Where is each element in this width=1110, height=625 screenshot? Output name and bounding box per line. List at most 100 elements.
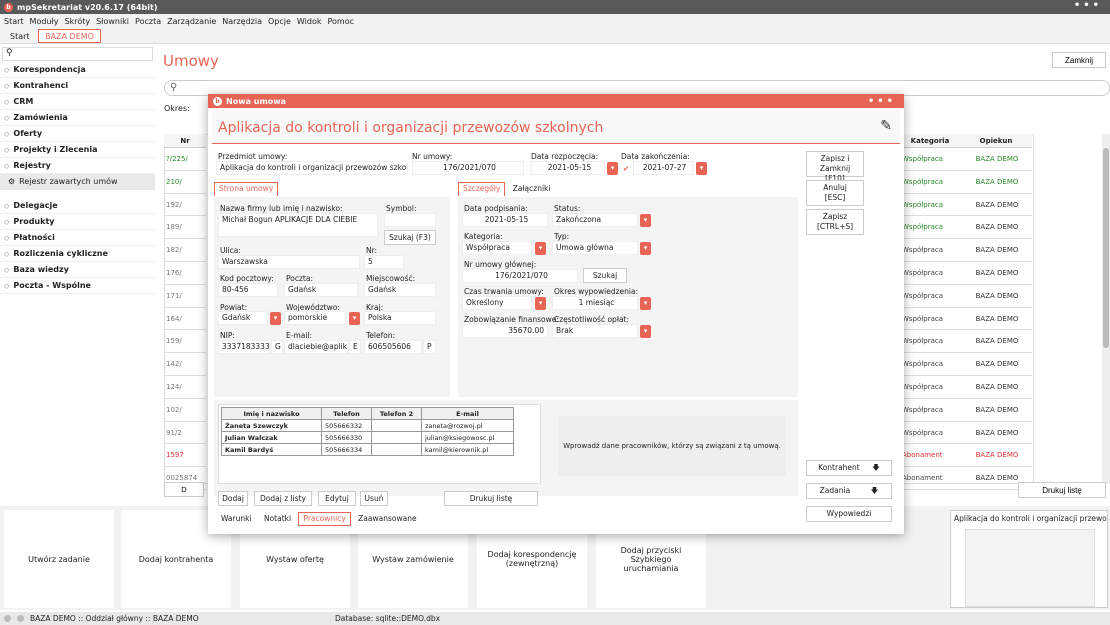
close-button[interactable]: Zamknij — [1052, 52, 1106, 68]
search-f3-button[interactable]: Szukaj (F3) — [384, 230, 436, 245]
add-from-list-button[interactable]: Dodaj z listy — [254, 491, 312, 506]
chevron-down-icon[interactable]: ▾ — [640, 325, 651, 338]
chevron-down-icon[interactable]: ▾ — [535, 297, 546, 310]
wojewodztwo-select[interactable]: pomorskie — [284, 311, 346, 325]
sidebar-item-rozliczenia[interactable]: ◇ Rozliczenia cykliczne — [0, 246, 155, 262]
contractor-button[interactable]: Kontrahent 🡇 — [806, 460, 892, 476]
scrollbar-thumb[interactable] — [1103, 148, 1109, 348]
table-cell[interactable]: BAZA DEMO — [960, 262, 1032, 285]
sidebar-item-platnosci[interactable]: ◇ Płatności — [0, 230, 155, 246]
cancel-button[interactable]: Anuluj [ESC] — [806, 180, 864, 206]
kategoria-select[interactable]: Współpraca — [462, 241, 532, 255]
sidebar-item-rejestry[interactable]: ◇ Rejestry — [0, 158, 155, 174]
menu-slowniki[interactable]: Słowniki — [96, 17, 129, 26]
sidebar-item-zamowienia[interactable]: ◇ Zamówienia — [0, 110, 155, 126]
menu-narzedzia[interactable]: Narzędzia — [222, 17, 262, 26]
emp-header-email[interactable]: E-mail — [421, 407, 514, 420]
dialog-menu-icon[interactable]: ••• — [868, 96, 896, 107]
table-cell[interactable]: BAZA DEMO — [960, 285, 1032, 308]
telefon-call-button[interactable]: P — [423, 340, 436, 354]
data-rozpoczecia-input[interactable]: 2021-05-15 — [531, 161, 605, 175]
chevron-down-icon[interactable]: ▾ — [270, 312, 281, 325]
edit-button[interactable]: Edytuj — [318, 491, 356, 506]
sidebar-item-poczta-wspolne[interactable]: ◇ Poczta - Wspólne — [0, 278, 155, 294]
table-cell[interactable]: BAZA DEMO — [960, 422, 1032, 445]
table-cell[interactable]: ?/225/ — [164, 148, 206, 171]
save-button[interactable]: Zapisz [CTRL+S] — [806, 209, 864, 235]
table-cell[interactable]: 124/ — [164, 376, 206, 399]
ulica-input[interactable]: Warszawska — [218, 255, 360, 269]
table-cell[interactable]: Współpraca — [900, 422, 960, 445]
sidebar-item-oferty[interactable]: ◇ Oferty — [0, 126, 155, 142]
table-cell[interactable]: Abonament — [900, 444, 960, 468]
table-cell[interactable]: Współpraca — [900, 262, 960, 285]
table-cell[interactable]: 171/ — [164, 285, 206, 308]
tab-strona-umowy[interactable]: Strona umowy — [214, 182, 279, 196]
nr-umowy-input[interactable]: 176/2021/070 — [412, 161, 524, 175]
menu-opcje[interactable]: Opcje — [268, 17, 291, 26]
kategoria-header[interactable]: Kategoria — [900, 134, 960, 148]
table-cell[interactable]: BAZA DEMO — [960, 148, 1032, 171]
chevron-down-icon[interactable]: ▾ — [640, 297, 651, 310]
table-cell[interactable]: BAZA DEMO — [960, 376, 1032, 399]
window-preview[interactable]: Aplikacja do kontroli i organizacji prze… — [950, 510, 1108, 608]
menu-start[interactable]: Start — [4, 17, 24, 26]
table-cell[interactable]: BAZA DEMO — [960, 194, 1032, 217]
table-cell[interactable]: BAZA DEMO — [960, 399, 1032, 422]
nr-header[interactable]: Nr — [164, 134, 206, 148]
table-scrollbar[interactable] — [1102, 134, 1110, 484]
emp-header-phone[interactable]: Telefon — [321, 407, 372, 420]
table-cell[interactable]: 91/2 — [164, 422, 206, 445]
tab-zaawansowane[interactable]: Zaawansowane — [353, 512, 421, 526]
table-cell[interactable]: BAZA DEMO — [960, 330, 1032, 354]
firma-input[interactable]: Michał Bogun APLIKACJE DLA CIEBIE — [218, 213, 378, 237]
table-cell[interactable]: Współpraca — [900, 330, 960, 354]
table-row[interactable]: Julian Walczak 505666330 julian@ksiegowo… — [221, 431, 514, 444]
table-cell[interactable]: BAZA DEMO — [960, 353, 1032, 376]
tab-start[interactable]: Start — [4, 30, 36, 44]
checkbox-icon[interactable]: ✔ — [623, 164, 629, 173]
table-row[interactable]: Kamil Bardyś 505666334 kamil@kierownik.p… — [221, 443, 514, 456]
typ-select[interactable]: Umowa główna — [552, 241, 638, 255]
symbol-input[interactable] — [384, 213, 436, 227]
przedmiot-input[interactable]: Aplikacja do kontroli i organizacji prze… — [216, 161, 408, 175]
sidebar-item-baza-wiedzy[interactable]: ◇ Baza wiedzy — [0, 262, 155, 278]
table-cell[interactable]: 192/ — [164, 194, 206, 217]
table-cell[interactable]: Współpraca — [900, 285, 960, 308]
menu-poczta[interactable]: Poczta — [135, 17, 161, 26]
table-cell[interactable]: Współpraca — [900, 308, 960, 331]
chevron-down-icon[interactable]: ▾ — [535, 242, 546, 255]
d-button[interactable]: D — [164, 482, 204, 497]
table-cell[interactable]: 102/ — [164, 399, 206, 422]
table-cell[interactable]: Współpraca — [900, 194, 960, 217]
chevron-down-icon[interactable]: ▾ — [607, 162, 618, 175]
table-cell[interactable]: Współpraca — [900, 353, 960, 376]
okres-wypowiedzenia-select[interactable]: 1 miesiąc — [552, 296, 638, 310]
table-cell[interactable]: 210/ — [164, 171, 206, 194]
table-cell[interactable]: 1597 — [164, 444, 206, 468]
table-cell[interactable]: 176/ — [164, 262, 206, 285]
chevron-down-icon[interactable]: ▾ — [349, 312, 360, 325]
table-cell[interactable]: BAZA DEMO — [960, 444, 1032, 468]
status-select[interactable]: Zakończona — [552, 213, 638, 227]
tasks-button[interactable]: Zadania 🡇 — [806, 483, 892, 499]
add-button[interactable]: Dodaj — [218, 491, 248, 506]
window-menu-icon[interactable]: ••• — [1074, 0, 1102, 12]
table-cell[interactable]: Współpraca — [900, 239, 960, 262]
table-cell[interactable]: BAZA DEMO — [960, 216, 1032, 240]
sidebar-item-kontrahenci[interactable]: ◇ Kontrahenci — [0, 78, 155, 94]
print-list-button[interactable]: Drukuj listę — [1018, 482, 1106, 498]
tab-pracownicy[interactable]: Pracownicy — [298, 512, 351, 526]
table-cell[interactable]: BAZA DEMO — [960, 171, 1032, 194]
tab-szczegoly[interactable]: Szczegóły — [458, 182, 506, 196]
tab-warunki[interactable]: Warunki — [216, 512, 257, 526]
czestotliwosc-select[interactable]: Brak — [552, 324, 638, 338]
sidebar-item-projekty[interactable]: ◇ Projekty i Zlecenia — [0, 142, 155, 158]
search-button[interactable]: Szukaj — [583, 268, 627, 283]
tab-baza-demo[interactable]: BAZA DEMO — [38, 29, 101, 43]
opiekun-header[interactable]: Opiekun — [960, 134, 1032, 148]
table-cell[interactable]: Współpraca — [900, 148, 960, 171]
chevron-down-icon[interactable]: ▾ — [640, 242, 651, 255]
telefon-input[interactable]: 606505606 — [364, 340, 422, 354]
table-cell[interactable]: 182/ — [164, 239, 206, 262]
